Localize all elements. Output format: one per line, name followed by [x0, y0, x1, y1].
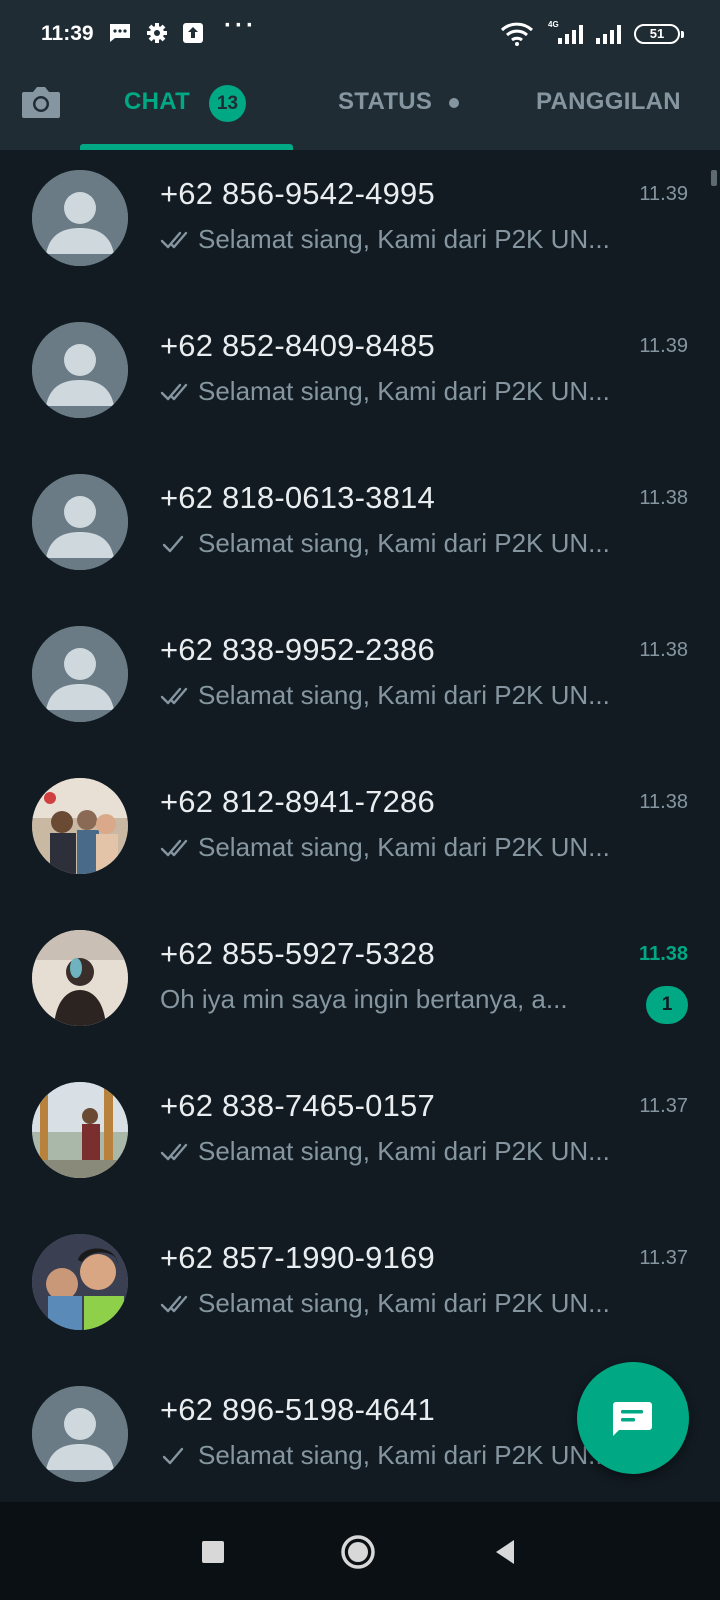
chat-list[interactable]: +62 856-9542-4995 11.39 Selamat siang, Kam… [0, 150, 720, 1502]
chat-preview: Oh iya min saya ingin bertanya, a... [160, 984, 610, 1015]
chat-preview: Selamat siang, Kami dari P2K UN... [160, 224, 670, 255]
chat-preview-text: Selamat siang, Kami dari P2K UN... [198, 832, 610, 862]
chat-contact-name: +62 855-5927-5328 [160, 936, 435, 971]
avatar[interactable] [32, 322, 128, 418]
chat-preview: Selamat siang, Kami dari P2K UN... [160, 832, 670, 863]
chat-contact-name: +62 857-1990-9169 [160, 1240, 435, 1275]
single-tick-icon [162, 535, 184, 552]
chat-timestamp: 11.38 [639, 791, 688, 813]
new-chat-button[interactable] [577, 1362, 689, 1474]
double-tick-icon [160, 383, 188, 400]
unread-count-badge: 1 [646, 986, 688, 1024]
chat-contact-name: +62 856-9542-4995 [160, 176, 435, 211]
navigation-bar [0, 1502, 720, 1600]
avatar[interactable] [32, 474, 128, 570]
signal-icon [556, 24, 588, 49]
avatar[interactable] [32, 170, 128, 266]
chat-preview-text: Selamat siang, Kami dari P2K UN... [198, 680, 610, 710]
tab-status[interactable]: STATUS [338, 88, 432, 118]
avatar[interactable] [32, 930, 128, 1026]
battery-icon: 51 [634, 24, 684, 44]
status-time: 11:39 [41, 22, 94, 45]
chat-contact-name: +62 896-5198-4641 [160, 1392, 435, 1427]
chat-unread-badge: 13 [209, 85, 246, 122]
upload-icon [182, 22, 204, 49]
message-icon [108, 22, 132, 49]
chat-timestamp: 11.38 [639, 639, 688, 661]
chat-preview-text: Selamat siang, Kami dari P2K UN... [198, 1136, 610, 1166]
double-tick-icon [160, 1295, 188, 1312]
chat-timestamp: 11.38 [639, 943, 688, 965]
tab-calls[interactable]: PANGGILAN [536, 88, 681, 118]
chat-preview-text: Selamat siang, Kami dari P2K UN... [198, 1288, 610, 1318]
chat-timestamp: 11.37 [639, 1095, 688, 1117]
camera-icon[interactable] [20, 84, 62, 120]
chat-preview: Selamat siang, Kami dari P2K UN... [160, 680, 670, 711]
signal-icon [594, 24, 626, 49]
chat-timestamp: 11.39 [639, 183, 688, 205]
tab-header: CHAT 13 STATUS PANGGILAN [0, 68, 720, 150]
chat-preview: Selamat siang, Kami dari P2K UN... [160, 528, 670, 559]
chat-row[interactable]: +62 856-9542-4995 11.39 Selamat siang, Kam… [0, 160, 720, 312]
chat-contact-name: +62 852-8409-8485 [160, 328, 435, 363]
chat-preview-text: Oh iya min saya ingin bertanya, a... [160, 984, 568, 1014]
chat-row[interactable]: +62 852-8409-8485 11.39 Selamat siang, Kam… [0, 312, 720, 464]
status-update-dot [449, 98, 459, 108]
chat-preview: Selamat siang, Kami dari P2K UN... [160, 376, 670, 407]
chat-contact-name: +62 838-9952-2386 [160, 632, 435, 667]
chat-preview-text: Selamat siang, Kami dari P2K UN... [198, 1440, 610, 1470]
double-tick-icon [160, 231, 188, 248]
scrollbar[interactable] [711, 170, 717, 186]
double-tick-icon [160, 687, 188, 704]
gear-icon [146, 22, 168, 49]
chat-row[interactable]: +62 838-9952-2386 11.38 Selamat siang, Kam… [0, 616, 720, 768]
chat-preview-text: Selamat siang, Kami dari P2K UN... [198, 528, 610, 558]
chat-preview-text: Selamat siang, Kami dari P2K UN... [198, 376, 610, 406]
chat-row[interactable]: +62 855-5927-5328 11.38 Oh iya min saya in… [0, 920, 720, 1072]
back-icon[interactable] [486, 1532, 526, 1572]
chat-preview-text: Selamat siang, Kami dari P2K UN... [198, 224, 610, 254]
chat-timestamp: 11.37 [639, 1247, 688, 1269]
chat-row[interactable]: +62 818-0613-3814 11.38 Selamat siang, Kam… [0, 464, 720, 616]
chat-contact-name: +62 818-0613-3814 [160, 480, 435, 515]
single-tick-icon [162, 1447, 184, 1464]
chat-row[interactable]: +62 812-8941-7286 11.38 Selamat siang, Kam… [0, 768, 720, 920]
chat-contact-name: +62 812-8941-7286 [160, 784, 435, 819]
more-dots-icon: ··· [224, 12, 257, 39]
avatar[interactable] [32, 626, 128, 722]
chat-preview: Selamat siang, Kami dari P2K UN... [160, 1288, 670, 1319]
double-tick-icon [160, 1143, 188, 1160]
chat-preview: Selamat siang, Kami dari P2K UN... [160, 1136, 670, 1167]
new-chat-icon [613, 1402, 652, 1436]
tab-chat[interactable]: CHAT [124, 88, 190, 118]
double-tick-icon [160, 839, 188, 856]
avatar[interactable] [32, 1082, 128, 1178]
chat-row[interactable]: +62 857-1990-9169 11.37 Selamat siang, Kam… [0, 1224, 720, 1376]
status-bar: 11:39 ··· 4G 51 [0, 0, 720, 68]
avatar[interactable] [32, 1234, 128, 1330]
chat-timestamp: 11.39 [639, 335, 688, 357]
chat-contact-name: +62 838-7465-0157 [160, 1088, 435, 1123]
wifi-icon [500, 22, 534, 51]
chat-row[interactable]: +62 838-7465-0157 11.37 Selamat siang, Kam… [0, 1072, 720, 1224]
home-icon[interactable] [338, 1532, 378, 1572]
avatar[interactable] [32, 778, 128, 874]
chat-timestamp: 11.38 [639, 487, 688, 509]
avatar[interactable] [32, 1386, 128, 1482]
recents-icon[interactable] [193, 1532, 233, 1572]
